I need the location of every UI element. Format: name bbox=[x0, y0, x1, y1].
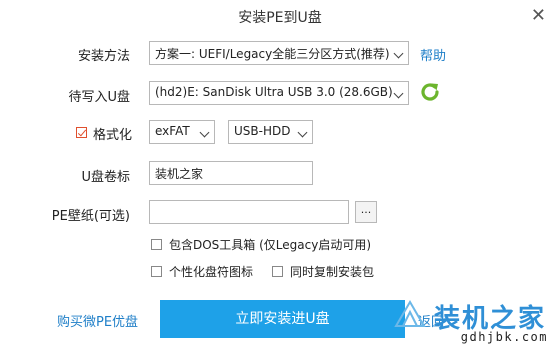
mode-select[interactable]: USB-HDD bbox=[228, 120, 313, 144]
target-label: 待写入U盘 bbox=[68, 90, 130, 105]
title-bar: 安装PE到U盘 ✕ bbox=[0, 0, 560, 34]
copy-package-label: 同时复制安装包 bbox=[290, 265, 375, 279]
method-label: 安装方法 bbox=[77, 49, 130, 64]
refresh-icon[interactable] bbox=[418, 80, 442, 104]
close-icon[interactable]: ✕ bbox=[531, 5, 546, 26]
method-select[interactable]: 方案一: UEFI/Legacy全能三分区方式(推荐) bbox=[149, 41, 409, 65]
fs-value: exFAT bbox=[155, 124, 190, 138]
chevron-down-icon bbox=[393, 88, 404, 99]
watermark-url: gdhjbk.com bbox=[460, 330, 548, 344]
wallpaper-input[interactable] bbox=[149, 200, 349, 224]
watermark: 装机之家 gdhjbk.com bbox=[394, 298, 554, 346]
buy-usb-link[interactable]: 购买微PE优盘 bbox=[57, 311, 138, 330]
copy-package-checkbox[interactable] bbox=[272, 266, 283, 277]
wallpaper-label: PE壁纸(可选) bbox=[51, 209, 130, 224]
dos-toolbox-checkbox[interactable] bbox=[151, 239, 162, 250]
target-value: (hd2)E: SanDisk Ultra USB 3.0 (28.6GB) bbox=[155, 85, 393, 99]
chevron-down-icon bbox=[297, 127, 308, 138]
volume-label: U盘卷标 bbox=[81, 170, 130, 185]
mode-value: USB-HDD bbox=[234, 124, 291, 138]
format-label: 格式化 bbox=[93, 128, 133, 143]
fs-select[interactable]: exFAT bbox=[149, 120, 215, 144]
browse-button[interactable]: ... bbox=[355, 201, 377, 223]
volume-input[interactable]: 装机之家 bbox=[149, 161, 313, 185]
chevron-down-icon bbox=[199, 127, 210, 138]
dos-toolbox-label: 包含DOS工具箱 (仅Legacy启动可用) bbox=[169, 238, 372, 252]
target-select[interactable]: (hd2)E: SanDisk Ultra USB 3.0 (28.6GB) bbox=[149, 81, 409, 105]
method-value: 方案一: UEFI/Legacy全能三分区方式(推荐) bbox=[155, 47, 390, 61]
window-title: 安装PE到U盘 bbox=[238, 10, 322, 26]
watermark-logo-icon bbox=[394, 300, 426, 327]
format-checkbox[interactable] bbox=[76, 127, 87, 138]
install-button[interactable]: 立即安装进U盘 bbox=[160, 300, 405, 338]
chevron-down-icon bbox=[393, 48, 404, 59]
custom-icon-checkbox[interactable] bbox=[151, 266, 162, 277]
help-link[interactable]: 帮助 bbox=[420, 45, 446, 64]
custom-icon-label: 个性化盘符图标 bbox=[169, 265, 254, 279]
